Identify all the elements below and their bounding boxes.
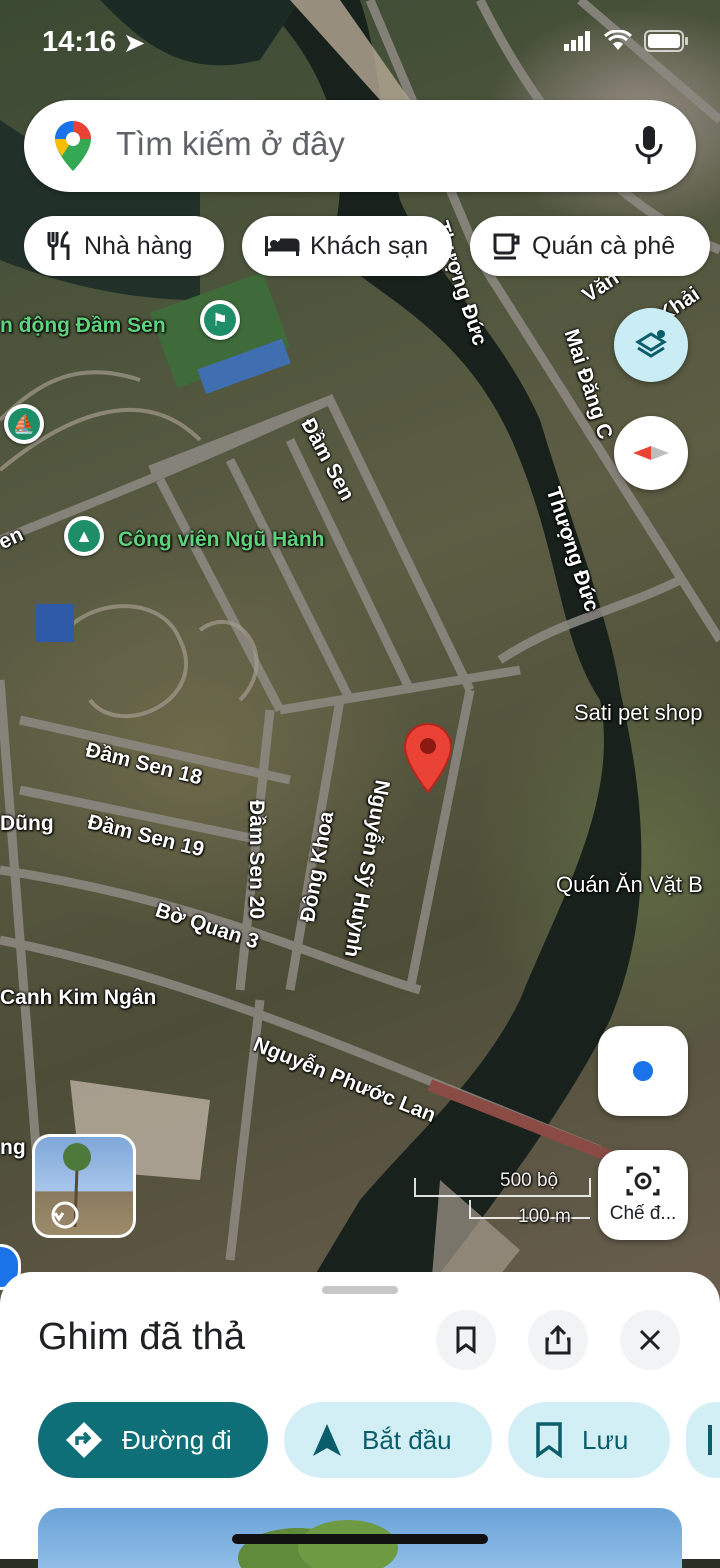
scale-meters: 100 m (518, 1206, 571, 1227)
compass-button[interactable] (614, 416, 688, 490)
chip-coffee[interactable]: Quán cà phê (470, 216, 710, 276)
search-bar[interactable]: Tìm kiếm ở đây (24, 100, 696, 192)
street-view-thumbnail[interactable] (32, 1134, 136, 1238)
status-bar: 14:16 ➤ (0, 0, 720, 90)
share-button[interactable] (528, 1310, 588, 1370)
more-actions-chip[interactable] (686, 1402, 720, 1478)
coffee-icon (493, 233, 520, 260)
sheet-drag-handle[interactable] (322, 1286, 398, 1294)
save-label: Lưu (582, 1424, 629, 1455)
save-list-button[interactable] (436, 1310, 496, 1370)
park-poi-icon[interactable]: ▲ (64, 516, 104, 556)
compass-icon (633, 446, 669, 460)
map-label-dam-sen-20: Đầm Sen 20 (245, 800, 268, 920)
battery-icon (644, 30, 688, 52)
home-indicator[interactable] (232, 1534, 488, 1544)
boat-poi-icon[interactable]: ⛵ (4, 404, 44, 444)
bookmark-icon (456, 1326, 476, 1354)
map-label-sati-pet-shop[interactable]: Sati pet shop (574, 700, 702, 726)
layers-icon (635, 330, 667, 358)
scale-feet: 500 bộ (500, 1170, 559, 1191)
location-arrow-icon: ➤ (124, 30, 145, 57)
chip-coffee-label: Quán cà phê (532, 231, 676, 260)
overflow-icon (708, 1425, 712, 1455)
status-time: 14:16 ➤ (42, 26, 144, 59)
sports-poi-icon[interactable]: ⚑ (200, 300, 240, 340)
google-maps-pin-icon (54, 120, 92, 177)
lens-mode-button[interactable]: Chế đ... (598, 1150, 688, 1240)
map-label-quan-an[interactable]: Quán Ăn Vặt B (556, 872, 703, 898)
camera-lens-icon (626, 1166, 660, 1196)
map-label-dam-sen-park[interactable]: n động Đầm Sen (0, 314, 166, 338)
share-icon (545, 1325, 571, 1355)
map-label-canh-kim-ngan: Canh Kim Ngân (0, 986, 157, 1009)
wifi-icon (604, 30, 632, 50)
start-label: Bắt đầu (362, 1424, 452, 1455)
status-time-text: 14:16 (42, 26, 117, 58)
start-button[interactable]: Bắt đầu (284, 1402, 492, 1478)
restaurant-icon (47, 230, 70, 260)
hotel-icon (265, 236, 300, 256)
search-input[interactable]: Tìm kiếm ở đây (116, 125, 345, 163)
map-label-ng: ng (0, 1136, 26, 1159)
my-location-button[interactable] (598, 1026, 688, 1116)
location-dot-icon (633, 1061, 653, 1081)
chip-hotels-label: Khách sạn (310, 231, 429, 260)
close-icon (639, 1329, 661, 1351)
navigation-arrow-icon (313, 1424, 341, 1456)
directions-icon (66, 1422, 102, 1458)
cellular-signal-icon (564, 31, 590, 51)
save-button[interactable]: Lưu (508, 1402, 670, 1478)
close-button[interactable] (620, 1310, 680, 1370)
map-label-dung: Dũng (0, 812, 54, 835)
directions-label: Đường đi (122, 1424, 232, 1455)
chip-restaurants[interactable]: Nhà hàng (24, 216, 224, 276)
place-bottom-sheet[interactable]: Ghim đã thả Đường đi Bắt đầu Lưu (0, 1272, 720, 1568)
map-label-cong-vien[interactable]: Công viên Ngũ Hành (118, 528, 325, 552)
bookmark-icon (536, 1422, 562, 1459)
chip-restaurants-label: Nhà hàng (84, 231, 193, 260)
directions-button[interactable]: Đường đi (38, 1402, 268, 1478)
sheet-title: Ghim đã thả (38, 1316, 245, 1358)
microphone-icon[interactable] (634, 124, 664, 171)
lens-mode-label: Chế đ... (609, 1203, 677, 1224)
chip-hotels[interactable]: Khách sạn (242, 216, 452, 276)
layers-button[interactable] (614, 308, 688, 382)
